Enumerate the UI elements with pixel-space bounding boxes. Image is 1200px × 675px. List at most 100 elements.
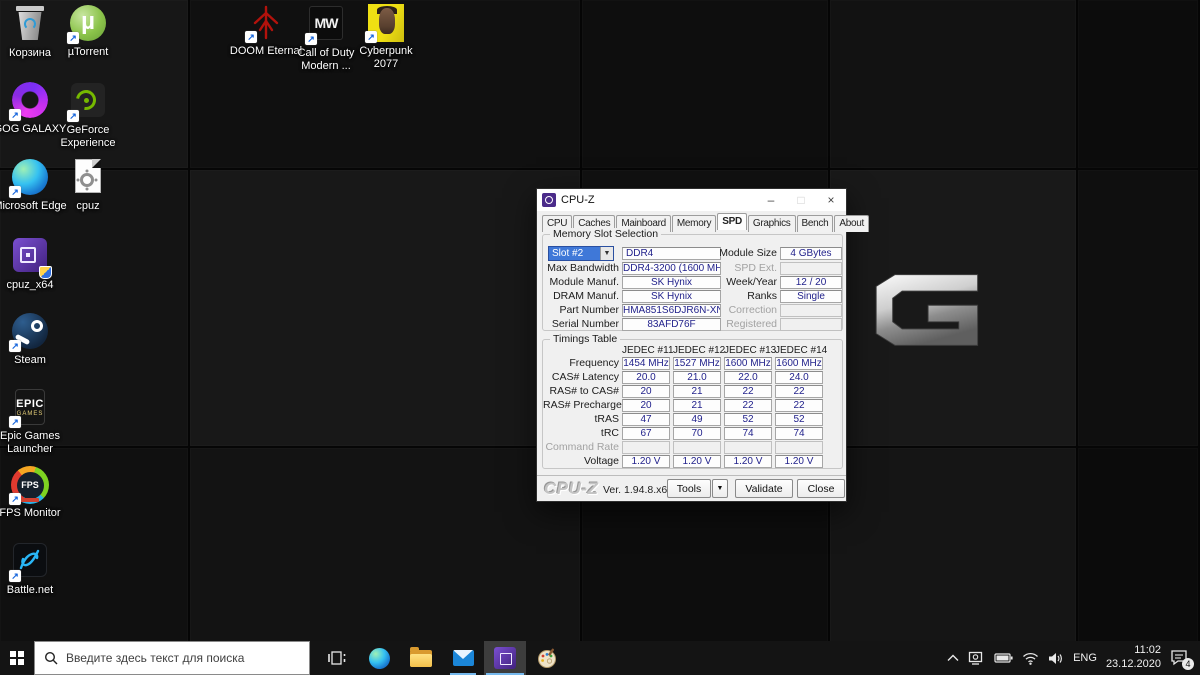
doom-eternal-icon: ↗: [247, 4, 285, 42]
tab-bench[interactable]: Bench: [797, 215, 834, 232]
search-input[interactable]: [66, 651, 286, 665]
cpuz-window: CPU-Z – □ × CPU Caches Mainboard Memory …: [536, 188, 847, 502]
timing-cell: 74: [775, 427, 823, 440]
timing-cell: [724, 441, 772, 454]
tray-wifi-icon[interactable]: [1022, 652, 1039, 665]
desktop-icon-cpuz-file[interactable]: cpuz: [50, 158, 126, 213]
desktop-icon-label: Cyberpunk 2077: [348, 45, 424, 71]
tab-spd[interactable]: SPD: [717, 213, 747, 230]
steam-icon: ↗: [11, 313, 49, 351]
windows-logo-icon: [10, 651, 24, 665]
tab-about[interactable]: About: [834, 215, 869, 232]
cpuz-taskbar-icon: [494, 647, 516, 669]
timing-cell: 20: [622, 385, 670, 398]
desktop-icon-label: Epic Games Launcher: [0, 430, 68, 456]
memory-slot-selection-group: Memory Slot Selection Slot #2 ▼ DDR4 Max…: [542, 234, 843, 331]
row-label: CAS# Latency: [543, 371, 619, 384]
timing-cell: 1.20 V: [775, 455, 823, 468]
field-label: Registered: [701, 318, 777, 331]
desktop-icon-fps-monitor[interactable]: FPS ↗ FPS Monitor: [0, 466, 68, 520]
timings-table-group: Timings Table JEDEC #11 JEDEC #12 JEDEC …: [542, 339, 843, 469]
action-center-button[interactable]: 4: [1170, 649, 1190, 667]
timing-cell: 1527 MHz: [673, 357, 721, 370]
field-label: DRAM Manuf.: [543, 290, 619, 303]
field-label: Correction: [701, 304, 777, 317]
utorrent-icon: µ ↗: [69, 5, 107, 43]
taskbar-paint-button[interactable]: [526, 641, 568, 675]
field-label: Max Bandwidth: [543, 262, 619, 275]
taskbar-search[interactable]: [34, 641, 310, 675]
cpuz-app-icon: [542, 193, 556, 207]
shortcut-arrow-icon: ↗: [365, 31, 377, 43]
maximize-button: □: [786, 189, 816, 211]
timing-cell: 22: [724, 399, 772, 412]
taskbar-cpuz-button[interactable]: [484, 641, 526, 675]
desktop-icon-utorrent[interactable]: µ ↗ µTorrent: [50, 4, 126, 59]
desktop-icon-cpuz-x64[interactable]: cpuz_x64: [0, 236, 68, 292]
desktop-icon-geforce-experience[interactable]: ↗ GeForce Experience: [50, 81, 126, 150]
field-label: Ranks: [701, 290, 777, 303]
desktop-icon-epic-games[interactable]: EPIC GAMES ↗ Epic Games Launcher: [0, 389, 68, 456]
shortcut-arrow-icon: ↗: [9, 493, 21, 505]
wallpaper-tile: [830, 0, 1078, 170]
tray-battery-icon[interactable]: [994, 652, 1013, 664]
group-label: Timings Table: [550, 333, 620, 345]
taskbar-clock[interactable]: 11:02 23.12.2020: [1106, 644, 1161, 672]
cyberpunk-2077-icon: ↗: [367, 4, 405, 42]
tray-volume-icon[interactable]: [1048, 652, 1064, 665]
wallpaper-g-logo: [862, 272, 980, 348]
language-indicator[interactable]: ENG: [1073, 652, 1097, 664]
cpuz-x64-icon: [11, 238, 49, 276]
desktop-icon-label: Steam: [0, 354, 68, 367]
taskbar-mail-button[interactable]: [442, 641, 484, 675]
dropdown-arrow-icon[interactable]: ▼: [600, 247, 613, 260]
tab-graphics[interactable]: Graphics: [748, 215, 796, 232]
file-explorer-icon: [410, 650, 432, 667]
tools-dropdown-arrow[interactable]: ▼: [712, 479, 728, 498]
column-header: JEDEC #14: [775, 345, 823, 356]
shortcut-arrow-icon: ↗: [245, 31, 257, 43]
desktop-icon-steam[interactable]: ↗ Steam: [0, 312, 68, 367]
timing-cell: 20.0: [622, 371, 670, 384]
close-button[interactable]: ×: [816, 189, 846, 211]
module-size-field: 4 GBytes: [780, 247, 842, 260]
battlenet-icon: ↗: [11, 543, 49, 581]
field-label: SPD Ext.: [701, 262, 777, 275]
desktop-icon-cyberpunk-2077[interactable]: ↗ Cyberpunk 2077: [348, 4, 424, 71]
shortcut-arrow-icon: ↗: [9, 570, 21, 582]
clock-time: 11:02: [1106, 644, 1161, 658]
geforce-experience-icon: ↗: [69, 83, 107, 121]
registered-field: [780, 318, 842, 331]
column-header: JEDEC #11: [622, 345, 670, 356]
slot-select[interactable]: Slot #2 ▼: [548, 246, 614, 261]
minimize-button[interactable]: –: [756, 189, 786, 211]
edge-icon: [369, 648, 390, 669]
taskbar-explorer-button[interactable]: [400, 641, 442, 675]
timing-cell: 1.20 V: [673, 455, 721, 468]
desktop-icon-label: Battle.net: [0, 584, 68, 597]
desktop-icon-battlenet[interactable]: ↗ Battle.net: [0, 541, 68, 597]
row-label: RAS# Precharge: [543, 399, 619, 412]
timing-cell: 1600 MHz: [775, 357, 823, 370]
tools-button[interactable]: Tools: [667, 479, 711, 498]
timing-cell: 22.0: [724, 371, 772, 384]
timing-cell: 52: [775, 413, 823, 426]
timing-cell: 1.20 V: [622, 455, 670, 468]
tray-display-icon[interactable]: [968, 651, 985, 666]
shortcut-arrow-icon: ↗: [305, 33, 317, 45]
window-footer: CPU-Z Ver. 1.94.8.x64 Tools ▼ Validate C…: [537, 475, 846, 501]
validate-button[interactable]: Validate: [735, 479, 793, 498]
epic-logo-text: EPIC: [16, 398, 44, 410]
timing-cell: [622, 441, 670, 454]
titlebar[interactable]: CPU-Z – □ ×: [537, 189, 846, 211]
start-button[interactable]: [0, 641, 34, 675]
field-label: Part Number: [543, 304, 619, 317]
tab-memory[interactable]: Memory: [672, 215, 716, 232]
close-window-button[interactable]: Close: [797, 479, 845, 498]
taskbar-edge-button[interactable]: [358, 641, 400, 675]
task-view-button[interactable]: [316, 641, 358, 675]
tray-chevron-up-icon[interactable]: [947, 654, 959, 662]
row-label: Command Rate: [543, 441, 619, 454]
paint-icon: [536, 647, 558, 669]
fps-monitor-icon: FPS ↗: [11, 466, 49, 504]
